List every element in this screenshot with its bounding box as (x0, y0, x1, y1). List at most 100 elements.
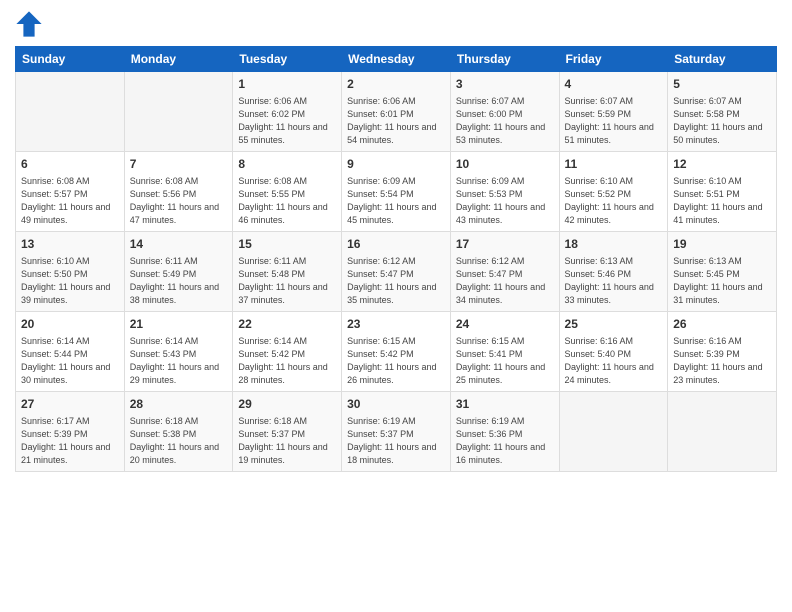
logo (15, 10, 47, 38)
cell-content: Sunrise: 6:07 AM Sunset: 5:59 PM Dayligh… (565, 95, 663, 147)
day-number: 28 (130, 396, 228, 413)
calendar-week-row: 13 Sunrise: 6:10 AM Sunset: 5:50 PM Dayli… (16, 232, 777, 312)
calendar-container: SundayMondayTuesdayWednesdayThursdayFrid… (0, 0, 792, 612)
calendar-cell: 11 Sunrise: 6:10 AM Sunset: 5:52 PM Dayli… (559, 152, 668, 232)
cell-content: Sunrise: 6:13 AM Sunset: 5:45 PM Dayligh… (673, 255, 771, 307)
calendar-header: SundayMondayTuesdayWednesdayThursdayFrid… (16, 47, 777, 72)
cell-content: Sunrise: 6:08 AM Sunset: 5:55 PM Dayligh… (238, 175, 336, 227)
calendar-week-row: 20Sunrise: 6:14 AM Sunset: 5:44 PM Dayli… (16, 312, 777, 392)
calendar-cell: 25 Sunrise: 6:16 AM Sunset: 5:40 PM Dayli… (559, 312, 668, 392)
cell-content: Sunrise: 6:19 AM Sunset: 5:36 PM Dayligh… (456, 415, 554, 467)
calendar-cell: 30 Sunrise: 6:19 AM Sunset: 5:37 PM Dayli… (342, 392, 451, 472)
cell-content: Sunrise: 6:10 AM Sunset: 5:50 PM Dayligh… (21, 255, 119, 307)
header-day: Friday (559, 47, 668, 72)
calendar-cell: 28 Sunrise: 6:18 AM Sunset: 5:38 PM Dayli… (124, 392, 233, 472)
day-number: 19 (673, 236, 771, 253)
day-number: 18 (565, 236, 663, 253)
calendar-cell: 27 Sunrise: 6:17 AM Sunset: 5:39 PM Dayli… (16, 392, 125, 472)
cell-content: Sunrise: 6:10 AM Sunset: 5:51 PM Dayligh… (673, 175, 771, 227)
cell-content: Sunrise: 6:16 AM Sunset: 5:39 PM Dayligh… (673, 335, 771, 387)
cell-content: Sunrise: 6:19 AM Sunset: 5:37 PM Dayligh… (347, 415, 445, 467)
day-number: 24 (456, 316, 554, 333)
day-number: 17 (456, 236, 554, 253)
day-number: 7 (130, 156, 228, 173)
calendar-cell: 17 Sunrise: 6:12 AM Sunset: 5:47 PM Dayli… (450, 232, 559, 312)
cell-content: Sunrise: 6:15 AM Sunset: 5:41 PM Dayligh… (456, 335, 554, 387)
calendar-cell: 31 Sunrise: 6:19 AM Sunset: 5:36 PM Dayli… (450, 392, 559, 472)
calendar-cell: 7 Sunrise: 6:08 AM Sunset: 5:56 PM Daylig… (124, 152, 233, 232)
calendar-cell: 10Sunrise: 6:09 AM Sunset: 5:53 PM Dayli… (450, 152, 559, 232)
calendar-cell: 26 Sunrise: 6:16 AM Sunset: 5:39 PM Dayli… (668, 312, 777, 392)
day-number: 25 (565, 316, 663, 333)
cell-content: Sunrise: 6:17 AM Sunset: 5:39 PM Dayligh… (21, 415, 119, 467)
calendar-cell: 16 Sunrise: 6:12 AM Sunset: 5:47 PM Dayli… (342, 232, 451, 312)
cell-content: Sunrise: 6:07 AM Sunset: 6:00 PM Dayligh… (456, 95, 554, 147)
cell-content: Sunrise: 6:10 AM Sunset: 5:52 PM Dayligh… (565, 175, 663, 227)
day-number: 31 (456, 396, 554, 413)
calendar-cell: 13 Sunrise: 6:10 AM Sunset: 5:50 PM Dayli… (16, 232, 125, 312)
header-day: Wednesday (342, 47, 451, 72)
header-day: Sunday (16, 47, 125, 72)
calendar-cell: 1 Sunrise: 6:06 AM Sunset: 6:02 PM Daylig… (233, 72, 342, 152)
calendar-cell: 2 Sunrise: 6:06 AM Sunset: 6:01 PM Daylig… (342, 72, 451, 152)
cell-content: Sunrise: 6:16 AM Sunset: 5:40 PM Dayligh… (565, 335, 663, 387)
cell-content: Sunrise: 6:14 AM Sunset: 5:43 PM Dayligh… (130, 335, 228, 387)
header-day: Thursday (450, 47, 559, 72)
day-number: 6 (21, 156, 119, 173)
day-number: 1 (238, 76, 336, 93)
day-number: 5 (673, 76, 771, 93)
calendar-cell: 18 Sunrise: 6:13 AM Sunset: 5:46 PM Dayli… (559, 232, 668, 312)
day-number: 21 (130, 316, 228, 333)
day-number: 12 (673, 156, 771, 173)
calendar-cell: 20Sunrise: 6:14 AM Sunset: 5:44 PM Dayli… (16, 312, 125, 392)
calendar-cell: 29 Sunrise: 6:18 AM Sunset: 5:37 PM Dayli… (233, 392, 342, 472)
day-number: 10 (456, 156, 554, 173)
cell-content: Sunrise: 6:13 AM Sunset: 5:46 PM Dayligh… (565, 255, 663, 307)
day-number: 11 (565, 156, 663, 173)
day-number: 30 (347, 396, 445, 413)
cell-content: Sunrise: 6:06 AM Sunset: 6:02 PM Dayligh… (238, 95, 336, 147)
day-number: 15 (238, 236, 336, 253)
cell-content: Sunrise: 6:15 AM Sunset: 5:42 PM Dayligh… (347, 335, 445, 387)
cell-content: Sunrise: 6:08 AM Sunset: 5:57 PM Dayligh… (21, 175, 119, 227)
calendar-cell: 12 Sunrise: 6:10 AM Sunset: 5:51 PM Dayli… (668, 152, 777, 232)
calendar-cell: 22 Sunrise: 6:14 AM Sunset: 5:42 PM Dayli… (233, 312, 342, 392)
day-number: 9 (347, 156, 445, 173)
day-number: 8 (238, 156, 336, 173)
day-number: 13 (21, 236, 119, 253)
logo-icon (15, 10, 43, 38)
calendar-week-row: 6 Sunrise: 6:08 AM Sunset: 5:57 PM Daylig… (16, 152, 777, 232)
calendar-cell: 9Sunrise: 6:09 AM Sunset: 5:54 PM Daylig… (342, 152, 451, 232)
cell-content: Sunrise: 6:08 AM Sunset: 5:56 PM Dayligh… (130, 175, 228, 227)
calendar-week-row: 1 Sunrise: 6:06 AM Sunset: 6:02 PM Daylig… (16, 72, 777, 152)
calendar-cell: 8 Sunrise: 6:08 AM Sunset: 5:55 PM Daylig… (233, 152, 342, 232)
calendar-cell: 3Sunrise: 6:07 AM Sunset: 6:00 PM Daylig… (450, 72, 559, 152)
calendar-cell: 23 Sunrise: 6:15 AM Sunset: 5:42 PM Dayli… (342, 312, 451, 392)
cell-content: Sunrise: 6:14 AM Sunset: 5:42 PM Dayligh… (238, 335, 336, 387)
day-number: 20 (21, 316, 119, 333)
day-number: 16 (347, 236, 445, 253)
calendar-cell: 24 Sunrise: 6:15 AM Sunset: 5:41 PM Dayli… (450, 312, 559, 392)
cell-content: Sunrise: 6:06 AM Sunset: 6:01 PM Dayligh… (347, 95, 445, 147)
cell-content: Sunrise: 6:18 AM Sunset: 5:37 PM Dayligh… (238, 415, 336, 467)
cell-content: Sunrise: 6:11 AM Sunset: 5:48 PM Dayligh… (238, 255, 336, 307)
day-number: 26 (673, 316, 771, 333)
day-number: 14 (130, 236, 228, 253)
calendar-cell: 19 Sunrise: 6:13 AM Sunset: 5:45 PM Dayli… (668, 232, 777, 312)
calendar-cell: 14Sunrise: 6:11 AM Sunset: 5:49 PM Dayli… (124, 232, 233, 312)
calendar-body: 1 Sunrise: 6:06 AM Sunset: 6:02 PM Daylig… (16, 72, 777, 472)
calendar-cell (668, 392, 777, 472)
calendar-cell: 21 Sunrise: 6:14 AM Sunset: 5:43 PM Dayli… (124, 312, 233, 392)
header (15, 10, 777, 38)
cell-content: Sunrise: 6:12 AM Sunset: 5:47 PM Dayligh… (456, 255, 554, 307)
day-number: 27 (21, 396, 119, 413)
header-day: Monday (124, 47, 233, 72)
cell-content: Sunrise: 6:12 AM Sunset: 5:47 PM Dayligh… (347, 255, 445, 307)
day-number: 23 (347, 316, 445, 333)
cell-content: Sunrise: 6:18 AM Sunset: 5:38 PM Dayligh… (130, 415, 228, 467)
calendar-cell: 5Sunrise: 6:07 AM Sunset: 5:58 PM Daylig… (668, 72, 777, 152)
day-number: 22 (238, 316, 336, 333)
day-number: 29 (238, 396, 336, 413)
day-number: 2 (347, 76, 445, 93)
calendar-cell (559, 392, 668, 472)
